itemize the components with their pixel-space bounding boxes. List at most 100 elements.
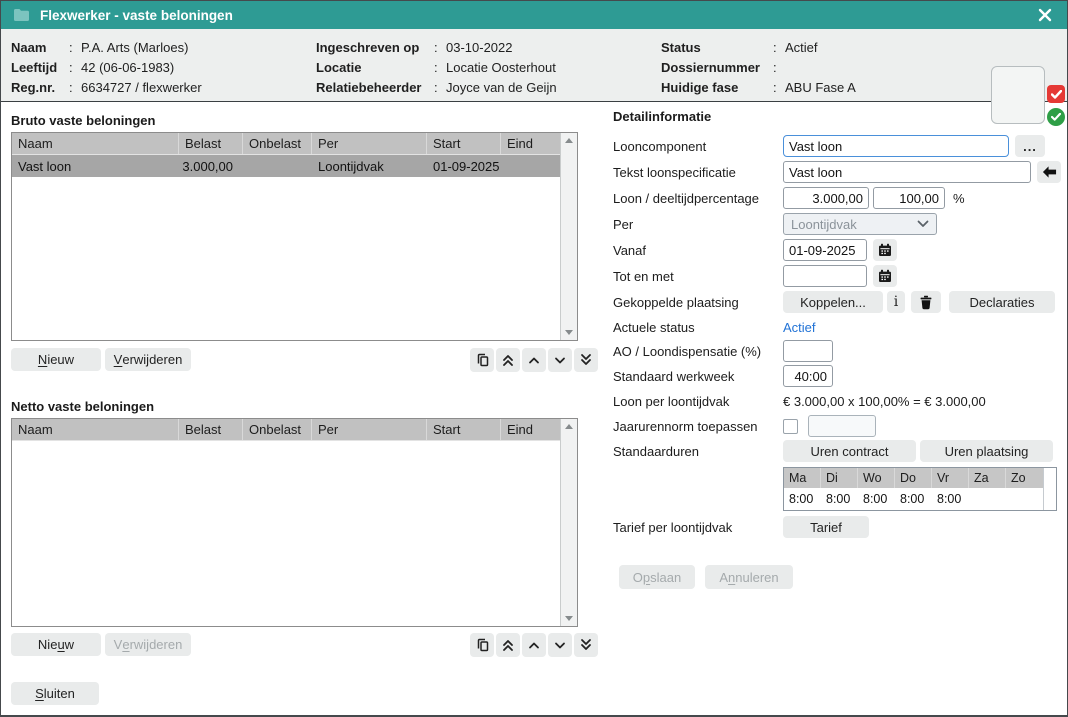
cell-belast: 3.000,00 xyxy=(179,155,243,177)
declaraties-button[interactable]: Declaraties xyxy=(949,291,1055,313)
cell-onbelast xyxy=(243,155,312,177)
bruto-verwijderen-button[interactable]: Verwijderen xyxy=(105,348,191,371)
scroll-up-icon[interactable] xyxy=(565,138,573,143)
flexworker-info-bar: Naam:P.A. Arts (Marloes) Leeftijd:42 (06… xyxy=(1,29,1067,102)
move-bottom-icon[interactable] xyxy=(574,348,598,372)
actuele-status-label: Actuele status xyxy=(613,320,783,335)
loon-deeltijdpercentage-label: Loon / deeltijdpercentage xyxy=(613,191,783,206)
move-down-icon[interactable] xyxy=(548,633,572,657)
standaard-werkweek-input[interactable] xyxy=(783,365,833,387)
regnr-label: Reg.nr. xyxy=(11,80,69,95)
deeltijdpercentage-input[interactable] xyxy=(873,187,945,209)
sluiten-button[interactable]: Sluiten xyxy=(11,682,99,705)
opslaan-button[interactable]: Opslaan xyxy=(619,565,695,589)
move-top-icon[interactable] xyxy=(496,348,520,372)
naam-value: P.A. Arts (Marloes) xyxy=(81,40,188,55)
looncomponent-input[interactable] xyxy=(783,135,1009,157)
day-hours: 8:00 xyxy=(821,488,858,510)
day-hours: 8:00 xyxy=(932,488,969,510)
tarief-button[interactable]: Tarief xyxy=(783,516,869,538)
trash-icon[interactable] xyxy=(911,291,941,313)
scroll-down-icon[interactable] xyxy=(565,616,573,621)
move-down-icon[interactable] xyxy=(548,348,572,372)
bruto-table-row-selected[interactable]: Vast loon 3.000,00 Loontijdvak 01-09-202… xyxy=(12,155,560,177)
copy-icon[interactable] xyxy=(470,348,494,372)
relatiebeheerder-value: Joyce van de Geijn xyxy=(446,80,557,95)
gekoppelde-plaatsing-label: Gekoppelde plaatsing xyxy=(613,295,783,310)
jaarurennorm-input[interactable] xyxy=(808,415,876,437)
tekst-loonspecificatie-input[interactable] xyxy=(783,161,1031,183)
ingeschreven-label: Ingeschreven op xyxy=(316,40,434,55)
day-header: Vr xyxy=(932,468,969,488)
day-table-scrollbar[interactable] xyxy=(1043,468,1056,510)
move-up-icon[interactable] xyxy=(522,633,546,657)
bruto-table-scrollbar[interactable] xyxy=(560,133,577,340)
bruto-nieuw-button[interactable]: Nieuw xyxy=(11,348,101,371)
loon-amount-input[interactable] xyxy=(783,187,869,209)
looncomponent-browse-button[interactable]: ... xyxy=(1015,135,1045,157)
tot-en-met-date-input[interactable] xyxy=(783,265,867,287)
netto-table-scrollbar[interactable] xyxy=(560,419,577,626)
vanaf-date-input[interactable] xyxy=(783,239,867,261)
leeftijd-label: Leeftijd xyxy=(11,60,69,75)
jaarurennorm-checkbox[interactable] xyxy=(783,419,798,434)
cell-per: Loontijdvak xyxy=(312,155,427,177)
scroll-up-icon[interactable] xyxy=(565,424,573,429)
per-select[interactable]: Loontijdvak xyxy=(783,213,937,235)
column-header-naam: Naam xyxy=(12,133,179,154)
arrow-left-icon[interactable] xyxy=(1037,161,1061,183)
window-title: Flexwerker - vaste beloningen xyxy=(40,8,233,23)
bruto-table: Naam Belast Onbelast Per Start Eind Vast… xyxy=(11,132,578,341)
scroll-down-icon[interactable] xyxy=(565,330,573,335)
close-icon[interactable] xyxy=(1035,5,1055,25)
dossiernummer-label: Dossiernummer xyxy=(661,60,773,75)
uren-contract-button[interactable]: Uren contract xyxy=(783,440,916,462)
copy-icon[interactable] xyxy=(470,633,494,657)
uren-plaatsing-button[interactable]: Uren plaatsing xyxy=(920,440,1053,462)
chevron-down-icon xyxy=(917,220,929,228)
day-header: Ma xyxy=(784,468,821,488)
day-header: Zo xyxy=(1006,468,1043,488)
column-header-onbelast: Onbelast xyxy=(243,419,312,440)
actuele-status-value[interactable]: Actief xyxy=(783,320,816,335)
koppelen-button[interactable]: Koppelen... xyxy=(783,291,883,313)
percent-suffix: % xyxy=(953,191,965,206)
red-check-badge xyxy=(1047,85,1065,103)
day-header: Wo xyxy=(858,468,895,488)
standaard-werkweek-label: Standaard werkweek xyxy=(613,369,783,384)
info-column-personal: Naam:P.A. Arts (Marloes) Leeftijd:42 (06… xyxy=(11,37,202,97)
column-header-eind: Eind xyxy=(501,133,560,154)
standaarduren-table: Ma Di Wo Do Vr Za Zo 8:00 8:00 8:00 8:00… xyxy=(783,467,1057,511)
day-values-row: 8:00 8:00 8:00 8:00 8:00 xyxy=(784,488,1043,510)
detail-title: Detailinformatie xyxy=(613,109,1063,133)
move-up-icon[interactable] xyxy=(522,348,546,372)
cell-start: 01-09-2025 xyxy=(427,155,501,177)
cell-eind xyxy=(501,155,560,177)
calendar-icon[interactable] xyxy=(873,239,897,261)
ingeschreven-value: 03-10-2022 xyxy=(446,40,513,55)
flexwerker-window: Flexwerker - vaste beloningen Naam:P.A. … xyxy=(0,0,1068,717)
tekst-loonspecificatie-label: Tekst loonspecificatie xyxy=(613,165,783,180)
netto-nieuw-button[interactable]: Nieuw xyxy=(11,633,101,656)
netto-table-header: Naam Belast Onbelast Per Start Eind xyxy=(12,419,560,441)
netto-verwijderen-button[interactable]: Verwijderen xyxy=(105,633,191,656)
standaarduren-label: Standaarduren xyxy=(613,444,783,459)
annuleren-button[interactable]: Annuleren xyxy=(705,565,793,589)
day-hours: 8:00 xyxy=(895,488,932,510)
detail-panel: Detailinformatie Looncomponent ... Tekst… xyxy=(613,109,1063,589)
vanaf-label: Vanaf xyxy=(613,243,783,258)
title-bar: Flexwerker - vaste beloningen xyxy=(1,1,1067,29)
move-top-icon[interactable] xyxy=(496,633,520,657)
calendar-icon[interactable] xyxy=(873,265,897,287)
tot-en-met-label: Tot en met xyxy=(613,269,783,284)
bruto-table-header: Naam Belast Onbelast Per Start Eind xyxy=(12,133,560,155)
jaarurennorm-label: Jaarurennorm toepassen xyxy=(613,419,783,434)
day-header-row: Ma Di Wo Do Vr Za Zo xyxy=(784,468,1043,488)
loon-per-loontijdvak-label: Loon per loontijdvak xyxy=(613,394,783,409)
day-header: Za xyxy=(969,468,1006,488)
info-column-status: Status:Actief Dossiernummer: Huidige fas… xyxy=(661,37,856,97)
move-bottom-icon[interactable] xyxy=(574,633,598,657)
info-icon[interactable]: i xyxy=(887,291,905,313)
column-header-onbelast: Onbelast xyxy=(243,133,312,154)
ao-loondispensatie-input[interactable] xyxy=(783,340,833,362)
